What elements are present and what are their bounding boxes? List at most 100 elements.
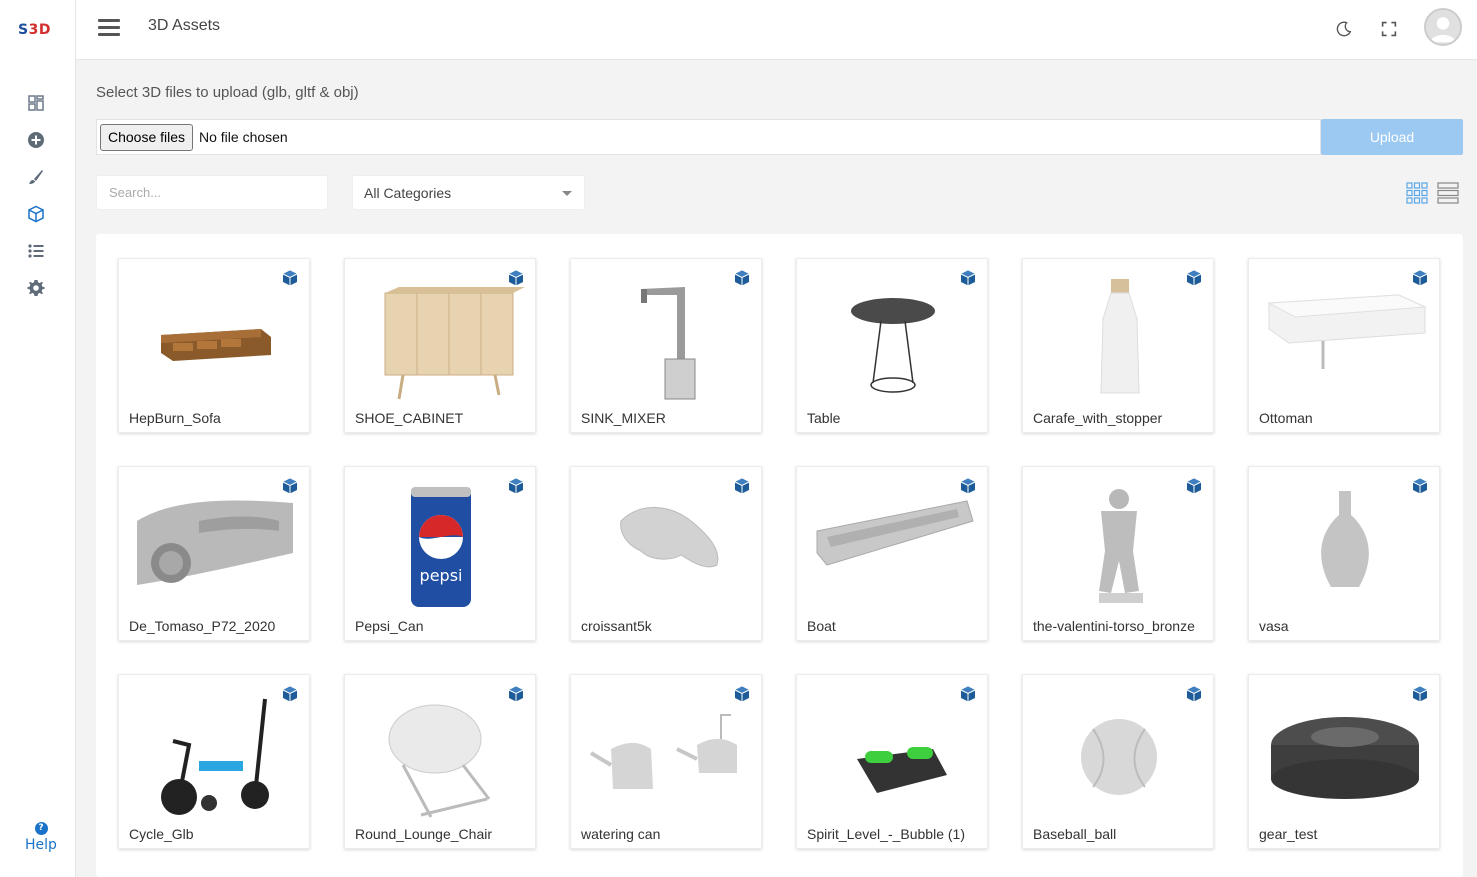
asset-thumbnail [355, 689, 527, 823]
asset-card[interactable]: croissant5k [570, 466, 762, 641]
asset-thumbnail [355, 273, 527, 407]
asset-name: Cycle_Glb [129, 826, 194, 842]
cube-icon[interactable] [959, 685, 977, 703]
asset-thumbnail [1259, 273, 1431, 407]
add-circle-icon[interactable] [26, 130, 46, 150]
cube-icon[interactable] [1411, 477, 1429, 495]
asset-card[interactable]: Cycle_Glb [118, 674, 310, 849]
avatar[interactable] [1424, 8, 1462, 46]
dashboard-icon[interactable] [26, 93, 46, 113]
asset-name: Ottoman [1259, 410, 1313, 426]
asset-card[interactable]: Boat [796, 466, 988, 641]
asset-card[interactable]: SHOE_CABINET [344, 258, 536, 433]
asset-name: Round_Lounge_Chair [355, 826, 492, 842]
asset-thumbnail [1259, 689, 1431, 823]
asset-card[interactable]: watering can [570, 674, 762, 849]
asset-thumbnail [807, 273, 979, 407]
asset-name: SHOE_CABINET [355, 410, 464, 426]
asset-thumbnail [807, 689, 979, 823]
cube-icon[interactable] [1185, 685, 1203, 703]
asset-name: HepBurn_Sofa [129, 410, 221, 426]
asset-thumbnail [1033, 689, 1205, 823]
asset-name: Carafe_with_stopper [1033, 410, 1163, 426]
asset-name: gear_test [1259, 826, 1318, 842]
list-view-icon[interactable] [1437, 182, 1459, 204]
brush-icon[interactable] [26, 167, 46, 187]
asset-name: vasa [1259, 618, 1289, 634]
dark-mode-icon[interactable] [1333, 18, 1355, 40]
asset-card[interactable]: the-valentini-torso_bronze [1022, 466, 1214, 641]
asset-thumbnail [129, 481, 301, 615]
asset-thumbnail [129, 689, 301, 823]
choose-files-button[interactable]: Choose files [100, 124, 194, 151]
gear-icon[interactable] [26, 278, 46, 298]
help-link[interactable]: ? Help [22, 822, 60, 853]
asset-card[interactable]: pepsi Pepsi_Can [344, 466, 536, 641]
asset-card[interactable]: Baseball_ball [1022, 674, 1214, 849]
asset-thumbnail [807, 481, 979, 615]
asset-thumbnail [129, 273, 301, 407]
category-select[interactable]: All Categories [352, 175, 585, 210]
file-input[interactable]: Choose files No file chosen [96, 119, 1321, 155]
asset-name: De_Tomaso_P72_2020 [129, 618, 276, 634]
asset-name: croissant5k [581, 618, 652, 634]
cube-icon[interactable] [1185, 477, 1203, 495]
no-file-label: No file chosen [199, 129, 288, 145]
grid-view-icon[interactable] [1406, 182, 1428, 204]
cube-icon[interactable] [1411, 685, 1429, 703]
asset-thumbnail [1033, 273, 1205, 407]
fullscreen-icon[interactable] [1378, 18, 1400, 40]
category-select-value: All Categories [364, 185, 452, 201]
asset-card[interactable]: HepBurn_Sofa [118, 258, 310, 433]
cube-icon[interactable] [959, 477, 977, 495]
asset-name: the-valentini-torso_bronze [1033, 618, 1195, 634]
menu-toggle-icon[interactable] [98, 19, 122, 39]
cube-icon[interactable] [281, 685, 299, 703]
asset-card[interactable]: Ottoman [1248, 258, 1440, 433]
logo[interactable]: S3D [18, 22, 51, 38]
upload-button[interactable]: Upload [1321, 119, 1463, 155]
cube-icon[interactable] [1411, 269, 1429, 287]
list-icon[interactable] [26, 241, 46, 261]
asset-card[interactable]: gear_test [1248, 674, 1440, 849]
cube-icon[interactable] [507, 269, 525, 287]
asset-thumbnail [581, 481, 753, 615]
asset-card[interactable]: Carafe_with_stopper [1022, 258, 1214, 433]
asset-name: Table [807, 410, 841, 426]
asset-thumbnail [1033, 481, 1205, 615]
chevron-down-icon [562, 191, 572, 196]
asset-name: watering can [581, 826, 661, 842]
asset-card[interactable]: De_Tomaso_P72_2020 [118, 466, 310, 641]
asset-thumbnail [581, 273, 753, 407]
cube-icon[interactable] [26, 204, 46, 224]
asset-card[interactable]: SINK_MIXER [570, 258, 762, 433]
cube-icon[interactable] [1185, 269, 1203, 287]
upload-label: Select 3D files to upload (glb, gltf & o… [96, 84, 359, 101]
asset-name: Baseball_ball [1033, 826, 1117, 842]
asset-card[interactable]: Spirit_Level_-_Bubble (1) [796, 674, 988, 849]
asset-thumbnail [1259, 481, 1431, 615]
cube-icon[interactable] [507, 477, 525, 495]
search-input[interactable] [96, 175, 328, 210]
asset-name: Boat [807, 618, 836, 634]
cube-icon[interactable] [281, 477, 299, 495]
asset-name: Spirit_Level_-_Bubble (1) [807, 826, 965, 842]
asset-thumbnail: pepsi [355, 481, 527, 615]
cube-icon[interactable] [507, 685, 525, 703]
asset-card[interactable]: Round_Lounge_Chair [344, 674, 536, 849]
asset-card[interactable]: Table [796, 258, 988, 433]
cube-icon[interactable] [733, 685, 751, 703]
page-title: 3D Assets [148, 17, 221, 34]
asset-card[interactable]: vasa [1248, 466, 1440, 641]
svg-text:pepsi: pepsi [420, 566, 463, 585]
topbar: 3D Assets [76, 0, 1477, 60]
cube-icon[interactable] [733, 477, 751, 495]
cube-icon[interactable] [281, 269, 299, 287]
help-icon: ? [34, 822, 48, 835]
assets-panel: HepBurn_Sofa SHOE_CABINET SINK_MIXER Table C… [96, 234, 1463, 877]
asset-name: SINK_MIXER [581, 410, 666, 426]
cube-icon[interactable] [959, 269, 977, 287]
cube-icon[interactable] [733, 269, 751, 287]
asset-name: Pepsi_Can [355, 618, 424, 634]
asset-thumbnail [581, 689, 753, 823]
